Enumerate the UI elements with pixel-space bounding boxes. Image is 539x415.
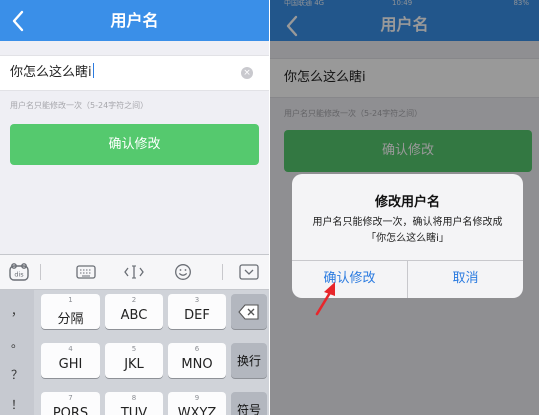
left-screen: 用户名 你怎么这么瞎i × 用户名只能修改一次（5-24字符之间） 确认修改 d… [0,0,269,415]
key-7[interactable]: 7 PQRS [41,392,100,415]
confirm-button[interactable]: 确认修改 [10,124,259,165]
nav-bar: 用户名 [0,0,269,41]
key-label: DEF [184,308,210,323]
page-title: 用户名 [110,11,159,30]
key-number: 4 [68,345,73,353]
right-screen: 中国联通 4G 10:49 83% 用户名 你怎么这么瞎i 用户名只能修改一次（… [270,0,539,415]
key-number: 7 [68,394,73,402]
key-2[interactable]: 2 ABC [105,294,163,329]
key-number: 9 [194,394,200,402]
dialog-cancel-button[interactable]: 取消 [408,260,523,298]
dialog-confirm-button[interactable]: 确认修改 [292,260,407,298]
keyboard-icon[interactable] [73,255,99,289]
key-label: PQRS [52,406,89,415]
clear-icon[interactable]: × [241,67,253,79]
cursor-move-icon[interactable] [121,255,147,289]
key-number: 5 [131,345,137,353]
confirm-dialog: 修改用户名 用户名只能修改一次，确认将用户名修改成「你怎么这么瞎i」 确认修改 … [292,174,523,298]
key-label: 换行 [236,354,261,368]
delete-key[interactable] [231,294,267,329]
keyboard-toolbar: dis [0,254,269,290]
symbol-key[interactable]: ！ [0,396,34,413]
key-number: 6 [194,345,200,353]
key-number: 1 [68,296,73,304]
key-label: TUV [120,406,148,415]
key-number: 8 [131,394,137,402]
dialog-message: 用户名只能修改一次，确认将用户名修改成「你怎么这么瞎i」 [312,217,503,244]
key-label: MNO [181,357,213,372]
key-8[interactable]: 8 TUV [105,392,163,415]
enter-key[interactable]: 换行 [231,343,267,378]
key-label: GHI [58,357,83,372]
username-hint: 用户名只能修改一次（5-24字符之间） [10,101,149,110]
key-label: ABC [120,308,148,323]
key-4[interactable]: 4 GHI [41,343,100,378]
key-label: 符号 [236,403,261,415]
toolbar-divider [40,264,41,280]
key-number: 2 [131,296,137,304]
key-5[interactable]: 5 JKL [105,343,163,378]
dialog-title: 修改用户名 [374,195,440,210]
screenshot-root: 用户名 你怎么这么瞎i × 用户名只能修改一次（5-24字符之间） 确认修改 d… [0,0,539,415]
svg-text:dis: dis [14,271,24,279]
key-label: WXYZ [177,406,217,415]
keyboard: dis ， 。 ？ ！ 1 分隔 2 ABC 3 DEF 4 GHI 5 JKL… [0,254,269,415]
keyboard-logo-icon[interactable]: dis [6,255,32,289]
key-9[interactable]: 9 WXYZ [168,392,226,415]
key-number: 3 [194,296,200,304]
key-label: 分隔 [57,312,84,327]
symbol-key[interactable]: 。 [0,334,34,351]
username-input-value: 你怎么这么瞎i [10,56,95,90]
text-caret [92,63,95,78]
key-label: JKL [124,357,144,372]
symbol-key[interactable]: ， [0,302,34,319]
emoji-icon[interactable] [170,255,196,289]
key-3[interactable]: 3 DEF [168,294,226,329]
key-6[interactable]: 6 MNO [168,343,226,378]
symbol-switch-key[interactable]: 符号 [231,392,267,415]
delete-icon [238,304,259,320]
symbol-key[interactable]: ？ [0,366,34,383]
symbol-column: ， 。 ？ ！ [0,290,34,415]
collapse-keyboard-icon[interactable] [236,255,262,289]
key-1[interactable]: 1 分隔 [41,294,100,329]
toolbar-divider [222,264,223,280]
username-input[interactable]: 你怎么这么瞎i × [0,55,269,91]
